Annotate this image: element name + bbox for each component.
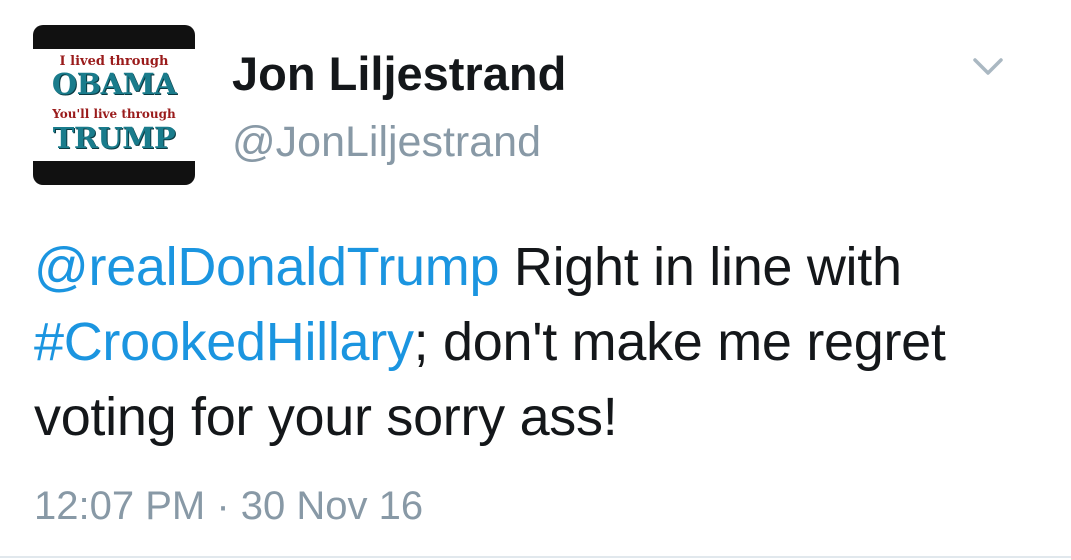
tweet: I lived through OBAMA You'll live throug…	[0, 0, 1071, 560]
chevron-down-icon[interactable]	[968, 52, 1008, 82]
avatar-text-line2: OBAMA	[51, 67, 177, 101]
display-name[interactable]: Jon Liljestrand	[232, 50, 566, 97]
mention-link[interactable]: @realDonaldTrump	[34, 237, 500, 297]
divider	[0, 556, 1071, 558]
avatar-text-line4: TRUMP	[52, 121, 176, 155]
avatar[interactable]: I lived through OBAMA You'll live throug…	[33, 25, 195, 185]
hashtag-link[interactable]: #CrookedHillary	[34, 312, 414, 372]
tweet-text: @realDonaldTrump Right in line with #Cro…	[34, 230, 1044, 455]
avatar-text-line3: You'll live through	[52, 107, 176, 121]
tweet-text-part1: Right in line with	[499, 237, 902, 297]
tweet-timestamp[interactable]: 12:07 PM · 30 Nov 16	[34, 486, 423, 526]
user-handle[interactable]: @JonLiljestrand	[232, 121, 541, 164]
